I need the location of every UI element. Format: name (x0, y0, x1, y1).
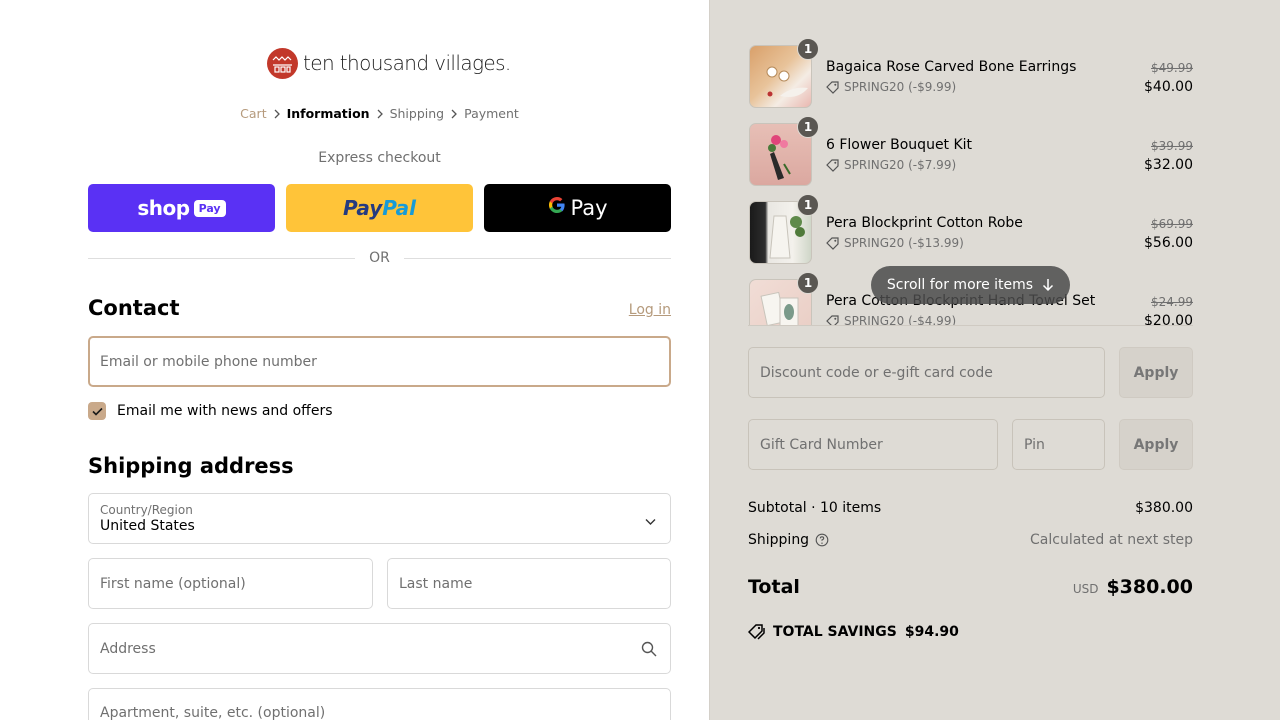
item-original-price: $24.99 (1151, 295, 1193, 309)
logo-emblem-icon (267, 47, 298, 79)
breadcrumb: Cart Information Shipping Payment (0, 106, 709, 121)
scroll-more-items-button[interactable]: Scroll for more items (871, 266, 1070, 304)
apply-gift-card-button[interactable]: Apply (1119, 419, 1193, 470)
search-icon (641, 641, 657, 661)
item-price: $56.00 (1144, 235, 1193, 251)
cart-item: 1 Bagaica Rose Carved Bone Earrings SPRI… (748, 36, 1193, 108)
quantity-badge: 1 (797, 194, 819, 216)
item-name: 6 Flower Bouquet Kit (826, 137, 973, 153)
item-name: Pera Blockprint Cotton Robe (826, 215, 1023, 231)
tags-icon (748, 624, 765, 640)
address-placeholder: Address (100, 640, 156, 657)
item-price: $32.00 (1144, 157, 1193, 173)
total-savings-row: TOTAL SAVINGS $94.90 (748, 624, 1193, 640)
shop-pay-button[interactable]: shop Pay (88, 184, 275, 232)
chevron-right-icon (267, 109, 287, 119)
gift-card-number-field[interactable]: Gift Card Number (748, 419, 998, 470)
item-name: Bagaica Rose Carved Bone Earrings (826, 59, 1077, 75)
tag-icon (826, 314, 839, 325)
first-name-field[interactable]: First name (optional) (88, 558, 373, 609)
brand-logo[interactable]: ten thousand villages. (267, 47, 511, 79)
cart-item: 1 6 Flower Bouquet Kit SPRING20 (-$7.99)… (748, 114, 1193, 186)
shipping-label: Shipping (748, 532, 810, 548)
item-original-price: $69.99 (1151, 217, 1193, 231)
address-field[interactable]: Address (88, 623, 671, 674)
breadcrumb-payment: Payment (464, 106, 519, 121)
country-label: Country/Region (100, 503, 193, 517)
google-pay-button[interactable]: Pay (484, 184, 671, 232)
breadcrumb-cart[interactable]: Cart (240, 106, 266, 121)
tag-icon (826, 158, 839, 172)
total-savings-value: $94.90 (904, 624, 959, 640)
chevron-down-icon (645, 514, 656, 530)
apartment-placeholder: Apartment, suite, etc. (optional) (100, 705, 326, 720)
last-name-field[interactable]: Last name (387, 558, 671, 609)
chevron-right-icon (370, 109, 390, 119)
brand-name: ten thousand villages. (303, 51, 511, 75)
login-link[interactable]: Log in (629, 302, 671, 318)
newsletter-checkbox[interactable] (88, 402, 106, 420)
help-circle-icon[interactable] (815, 533, 829, 547)
subtotal-label: Subtotal · 10 items (748, 500, 882, 516)
checkmark-icon (91, 407, 103, 416)
tag-icon (826, 80, 839, 94)
checkout-main: ten thousand villages. Cart Information … (0, 0, 709, 720)
contact-heading: Contact (88, 296, 180, 320)
order-summary-panel: 1 Bagaica Rose Carved Bone Earrings SPRI… (709, 0, 1280, 720)
paypal-button[interactable]: PayPal (286, 184, 473, 232)
shipping-value: Calculated at next step (1030, 532, 1193, 548)
item-discount: SPRING20 (-$7.99) (826, 158, 956, 172)
gift-card-number-placeholder: Gift Card Number (760, 436, 883, 453)
quantity-badge: 1 (797, 272, 819, 294)
gift-card-pin-placeholder: Pin (1024, 436, 1045, 453)
breadcrumb-shipping: Shipping (389, 106, 445, 121)
quantity-badge: 1 (797, 38, 819, 60)
shipping-address-heading: Shipping address (88, 454, 294, 478)
email-placeholder: Email or mobile phone number (100, 353, 317, 370)
newsletter-label: Email me with news and offers (117, 403, 333, 419)
item-discount: SPRING20 (-$13.99) (826, 236, 964, 250)
item-discount: SPRING20 (-$9.99) (826, 80, 956, 94)
google-pay-label: Pay (570, 196, 608, 220)
apply-discount-button[interactable]: Apply (1119, 347, 1193, 398)
quantity-badge: 1 (797, 116, 819, 138)
total-savings-label: TOTAL SAVINGS (773, 624, 897, 640)
arrow-down-icon (1043, 279, 1054, 292)
total-value: $380.00 (1106, 576, 1193, 598)
breadcrumb-information: Information (286, 106, 370, 121)
shipping-row: Shipping Calculated at next step (748, 532, 1193, 548)
cart-item: 1 Pera Blockprint Cotton Robe SPRING20 (… (748, 192, 1193, 264)
subtotal-row: Subtotal · 10 items $380.00 (748, 500, 1193, 516)
item-original-price: $49.99 (1151, 61, 1193, 75)
item-price: $20.00 (1144, 313, 1193, 326)
total-label: Total (748, 576, 800, 598)
item-discount: SPRING20 (-$4.99) (826, 314, 956, 325)
or-label: OR (369, 250, 390, 266)
item-original-price: $39.99 (1151, 139, 1193, 153)
google-g-icon (547, 195, 567, 221)
scroll-more-label: Scroll for more items (886, 277, 1034, 293)
shop-pay-badge: Pay (193, 199, 226, 217)
newsletter-option[interactable]: Email me with news and offers (88, 402, 333, 420)
subtotal-value: $380.00 (1135, 500, 1193, 516)
total-row: Total USD $380.00 (748, 576, 1193, 598)
gift-card-pin-field[interactable]: Pin (1012, 419, 1105, 470)
country-select[interactable]: Country/Region United States (88, 493, 671, 544)
currency-code: USD (1072, 582, 1099, 596)
last-name-placeholder: Last name (399, 575, 473, 592)
tag-icon (826, 236, 839, 250)
first-name-placeholder: First name (optional) (100, 575, 246, 592)
chevron-right-icon (444, 109, 464, 119)
discount-code-placeholder: Discount code or e-gift card code (760, 364, 993, 381)
item-price: $40.00 (1144, 79, 1193, 95)
or-divider: OR (88, 250, 671, 266)
discount-code-field[interactable]: Discount code or e-gift card code (748, 347, 1105, 398)
express-checkout-title: Express checkout (318, 150, 441, 166)
shop-pay-wordmark: shop (137, 196, 190, 220)
country-value: United States (100, 518, 195, 534)
paypal-wordmark: PayPal (342, 196, 417, 220)
email-field[interactable]: Email or mobile phone number (88, 336, 671, 387)
apartment-field[interactable]: Apartment, suite, etc. (optional) (88, 688, 671, 720)
